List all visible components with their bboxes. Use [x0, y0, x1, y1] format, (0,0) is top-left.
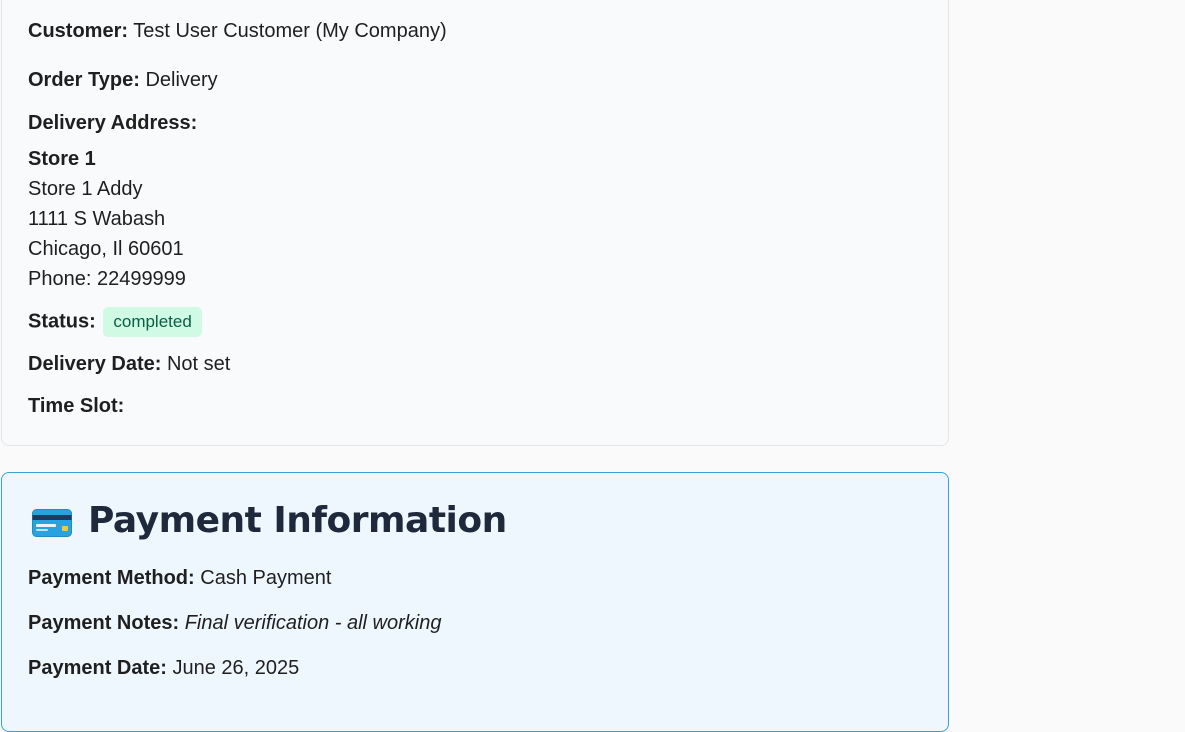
- delivery-date-value: Not set: [166, 353, 231, 375]
- time-slot-label: Time Slot:: [28, 395, 125, 417]
- order-type-row: Order Type: Delivery: [28, 68, 218, 92]
- address-line-1: Store 1 Addy: [28, 178, 143, 200]
- address-line-2: 1111 S Wabash: [28, 208, 166, 230]
- payment-heading: Payment Information: [32, 495, 507, 545]
- payment-method-row: Payment Method: Cash Payment: [28, 566, 331, 590]
- address-name: Store 1: [28, 148, 96, 170]
- payment-title: Payment Information: [88, 499, 507, 541]
- payment-method-value: Cash Payment: [200, 567, 332, 589]
- delivery-date-label: Delivery Date:: [28, 353, 162, 375]
- customer-label: Customer:: [28, 20, 129, 42]
- order-details-card: Customer: Test User Customer (My Company…: [1, 0, 949, 446]
- address-line-3: Chicago, Il 60601: [28, 238, 184, 260]
- payment-notes-row: Payment Notes: Final verification - all …: [28, 611, 441, 635]
- status-badge: completed: [103, 307, 202, 337]
- payment-information-card: Payment Information Payment Method: Cash…: [1, 472, 949, 732]
- payment-date-value: June 26, 2025: [172, 657, 300, 679]
- customer-value: Test User Customer (My Company): [133, 20, 447, 42]
- status-label: Status:: [28, 310, 96, 333]
- credit-card-icon: [32, 509, 72, 537]
- payment-date-row: Payment Date: June 26, 2025: [28, 656, 299, 680]
- order-type-label: Order Type:: [28, 69, 140, 91]
- address-phone: Phone: 22499999: [28, 268, 186, 290]
- payment-method-label: Payment Method:: [28, 567, 195, 589]
- payment-notes-value: Final verification - all working: [184, 612, 442, 634]
- order-type-value: Delivery: [145, 69, 218, 91]
- payment-date-label: Payment Date:: [28, 657, 167, 679]
- delivery-address-label: Delivery Address:: [28, 112, 198, 134]
- customer-row: Customer: Test User Customer (My Company…: [28, 19, 447, 43]
- status-row: Status: completed: [28, 307, 202, 337]
- payment-notes-label: Payment Notes:: [28, 612, 180, 634]
- delivery-date-row: Delivery Date: Not set: [28, 352, 230, 376]
